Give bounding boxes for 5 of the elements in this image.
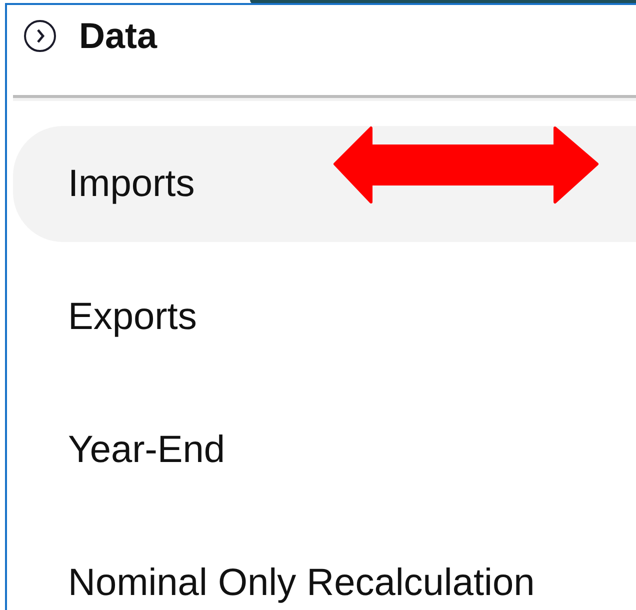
section-title: Data xyxy=(79,15,158,57)
menu-item[interactable]: Nominal Only Recalculation xyxy=(13,525,636,610)
menu-item[interactable]: Exports xyxy=(13,259,636,375)
chevron-circle-icon[interactable] xyxy=(23,19,57,53)
menu-item[interactable]: Year-End xyxy=(13,392,636,508)
